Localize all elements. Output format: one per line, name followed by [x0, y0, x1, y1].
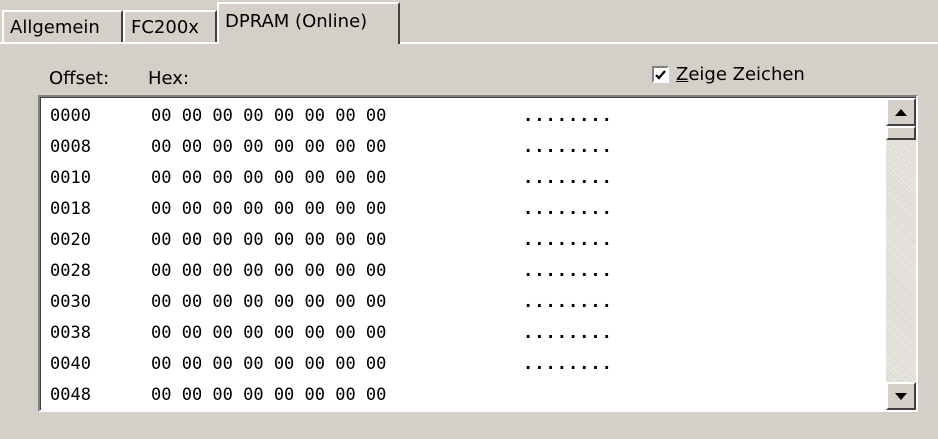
vertical-scrollbar[interactable] [886, 98, 916, 410]
checkmark-icon [655, 69, 666, 80]
row-offset: 0030 [50, 292, 91, 312]
row-chars: ........ [523, 106, 613, 126]
row-hex: 00 00 00 00 00 00 00 00 [151, 354, 387, 374]
tab-dpram-online[interactable]: DPRAM (Online) [217, 2, 400, 44]
scroll-up-button[interactable] [886, 98, 916, 126]
tab-panel-border [0, 42, 938, 44]
list-item[interactable]: 0008 00 00 00 00 00 00 00 00........ [41, 133, 889, 164]
show-chars-label-rest: eige Zeichen [688, 64, 805, 85]
list-item[interactable]: 0040 00 00 00 00 00 00 00 00........ [41, 350, 889, 381]
list-item[interactable]: 0018 00 00 00 00 00 00 00 00........ [41, 195, 889, 226]
row-hex: 00 00 00 00 00 00 00 00 [151, 168, 387, 188]
row-chars: ........ [523, 199, 613, 219]
show-chars-checkbox-group[interactable]: Zeige Zeichen [652, 64, 805, 85]
hex-column-label: Hex: [148, 68, 190, 89]
row-hex: 00 00 00 00 00 00 00 00 [151, 261, 387, 281]
row-chars: ........ [523, 354, 613, 374]
row-hex: 00 00 00 00 00 00 00 00 [151, 323, 387, 343]
tab-strip: Allgemein FC200x DPRAM (Online) [0, 0, 938, 44]
row-hex: 00 00 00 00 00 00 00 00 [151, 199, 387, 219]
row-hex: 00 00 00 00 00 00 00 00 [151, 230, 387, 250]
row-offset: 0028 [50, 261, 91, 281]
arrow-up-icon [895, 108, 907, 116]
arrow-down-icon [895, 392, 907, 400]
list-item[interactable]: 0000 00 00 00 00 00 00 00 00........ [41, 102, 889, 133]
listbox-inner-border: 0000 00 00 00 00 00 00 00 00........ 0008… [40, 97, 916, 410]
row-hex: 00 00 00 00 00 00 00 00 [151, 385, 387, 405]
row-chars: ........ [523, 168, 613, 188]
row-chars: ........ [523, 230, 613, 250]
list-item[interactable]: 0048 00 00 00 00 00 00 00 00 [41, 381, 889, 410]
row-offset: 0000 [50, 106, 91, 126]
list-item[interactable]: 0020 00 00 00 00 00 00 00 00........ [41, 226, 889, 257]
row-offset: 0018 [50, 199, 91, 219]
row-chars: ........ [523, 292, 613, 312]
list-item[interactable]: 0030 00 00 00 00 00 00 00 00........ [41, 288, 889, 319]
row-offset: 0038 [50, 323, 91, 343]
offset-column-label: Offset: [49, 68, 110, 89]
scroll-down-button[interactable] [886, 382, 916, 410]
tab-allgemein[interactable]: Allgemein [2, 10, 123, 43]
row-offset: 0020 [50, 230, 91, 250]
row-hex: 00 00 00 00 00 00 00 00 [151, 292, 387, 312]
row-offset: 0040 [50, 354, 91, 374]
row-offset: 0010 [50, 168, 91, 188]
row-hex: 00 00 00 00 00 00 00 00 [151, 137, 387, 157]
show-chars-checkbox[interactable] [652, 66, 669, 83]
dpram-rows: 0000 00 00 00 00 00 00 00 00........ 0008… [41, 102, 889, 410]
row-offset: 0048 [50, 385, 91, 405]
list-item[interactable]: 0010 00 00 00 00 00 00 00 00........ [41, 164, 889, 195]
tab-fc200x[interactable]: FC200x [123, 10, 217, 43]
list-item[interactable]: 0038 00 00 00 00 00 00 00 00........ [41, 319, 889, 350]
show-chars-label[interactable]: Zeige Zeichen [676, 64, 805, 85]
scroll-thumb[interactable] [886, 126, 916, 140]
dpram-listbox[interactable]: 0000 00 00 00 00 00 00 00 00........ 0008… [38, 95, 918, 412]
show-chars-label-accel: Z [676, 64, 689, 85]
row-chars: ........ [523, 261, 613, 281]
list-item[interactable]: 0028 00 00 00 00 00 00 00 00........ [41, 257, 889, 288]
row-offset: 0008 [50, 137, 91, 157]
row-chars: ........ [523, 323, 613, 343]
row-chars: ........ [523, 137, 613, 157]
row-hex: 00 00 00 00 00 00 00 00 [151, 106, 387, 126]
